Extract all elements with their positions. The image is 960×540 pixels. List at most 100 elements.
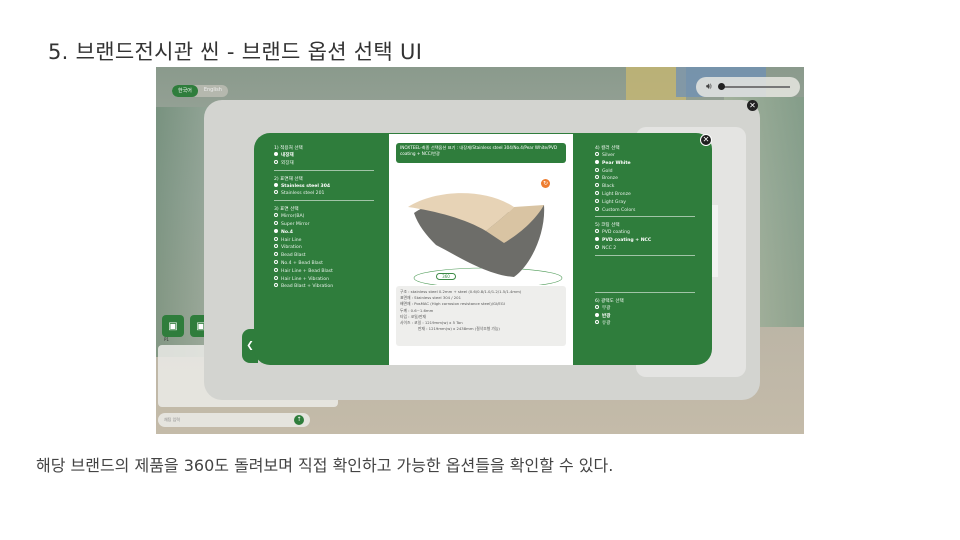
option-radio[interactable]: Vibration <box>274 244 378 252</box>
option-group-title: 1) 적용처 선택 <box>274 146 303 151</box>
volume-control[interactable]: 🔊︎ <box>696 77 800 97</box>
radio-icon[interactable] <box>274 244 278 249</box>
radio-icon[interactable] <box>274 259 278 264</box>
option-label: NCC 2 <box>602 245 617 251</box>
option-radio[interactable]: 외장재 <box>274 159 378 168</box>
radio-icon[interactable] <box>595 198 599 203</box>
radio-icon[interactable] <box>274 182 278 187</box>
option-label: Silver <box>602 153 615 158</box>
send-icon[interactable]: ↑ <box>294 415 304 425</box>
option-radio[interactable]: NCC 2 <box>595 244 699 253</box>
slide: 5. 브랜드전시관 씬 - 브랜드 옵션 선택 UI 한국어 English 🔊… <box>0 0 960 540</box>
option-radio[interactable]: Custom Colors <box>595 206 699 215</box>
divider <box>274 200 374 202</box>
option-label: PVD coating <box>602 230 630 236</box>
chat-input[interactable]: 채팅 입력 <box>158 413 310 427</box>
volume-icon[interactable]: 🔊︎ <box>706 82 712 92</box>
option-radio[interactable]: Stainless steel 201 <box>274 190 378 198</box>
option-label: Vibration <box>281 245 302 251</box>
option-radio[interactable]: Light Gray <box>595 198 699 207</box>
option-radio[interactable]: Stainless steel 304 <box>274 182 378 191</box>
option-radio[interactable]: 반광 <box>595 312 699 321</box>
radio-icon[interactable] <box>595 183 599 188</box>
radio-icon[interactable] <box>595 206 599 211</box>
option-label: Super Mirror <box>281 221 310 227</box>
option-radio[interactable]: No.4 + Bead Blast <box>274 259 378 268</box>
radio-icon[interactable] <box>274 213 278 218</box>
option-radio[interactable]: Hair Line <box>274 236 378 245</box>
selection-summary: INOXTEEL-최종 선택옵션 표기 : 내장재/Stainless stee… <box>396 143 566 163</box>
radio-icon[interactable] <box>274 236 278 241</box>
option-group-title: 6) 광택도 선택 <box>595 298 624 304</box>
radio-icon[interactable] <box>595 190 599 195</box>
option-label: Bead Blast <box>281 253 306 259</box>
options-column-right: 4) 컬러 선택 Silver Pear White Gold Bronze Black L… <box>595 145 699 333</box>
option-radio[interactable]: PVD coating + NCC <box>595 237 699 245</box>
option-label: Black <box>602 184 615 190</box>
option-radio[interactable]: Hair Line + Bead Blast <box>274 267 378 276</box>
option-label: 반광 <box>602 313 611 319</box>
language-toggle[interactable]: 한국어 English <box>172 85 228 97</box>
lang-english-button[interactable]: English <box>198 85 228 97</box>
radio-icon[interactable] <box>595 244 599 249</box>
product-3d-view[interactable] <box>396 185 566 285</box>
option-radio[interactable]: Hair Line + Vibration <box>274 275 378 284</box>
option-radio[interactable]: Black <box>595 183 699 191</box>
close-icon[interactable]: ✕ <box>700 134 712 146</box>
option-group: 3) 표면 선택 Mirror(BA) Super Mirror No.4 Hair L… <box>274 206 378 291</box>
option-radio[interactable]: 유광 <box>595 320 699 328</box>
radio-icon[interactable] <box>274 275 278 280</box>
option-radio[interactable]: Silver <box>595 152 699 160</box>
divider <box>595 216 695 218</box>
radio-icon[interactable] <box>595 167 599 172</box>
lang-korean-button[interactable]: 한국어 <box>172 85 198 97</box>
radio-icon[interactable] <box>274 159 278 164</box>
person-icon[interactable]: ▣ <box>162 315 184 337</box>
radio-icon[interactable] <box>595 237 599 242</box>
option-radio[interactable]: Bead Blast <box>274 252 378 260</box>
radio-icon[interactable] <box>274 190 278 195</box>
option-radio[interactable]: 내장재 <box>274 152 378 160</box>
radio-icon[interactable] <box>274 220 278 225</box>
radio-icon[interactable] <box>595 175 599 180</box>
close-icon[interactable]: ✕ <box>747 100 758 111</box>
option-radio[interactable]: Gold <box>595 167 699 176</box>
spec-box: 구조 : stainless steel 0.2mm + steel (0.6/… <box>396 286 566 346</box>
volume-slider-track[interactable] <box>720 86 790 88</box>
option-radio[interactable]: Bronze <box>595 175 699 183</box>
radio-icon[interactable] <box>595 229 599 234</box>
radio-icon[interactable] <box>595 304 599 309</box>
radio-icon[interactable] <box>274 152 278 156</box>
option-label: 유광 <box>602 321 611 327</box>
spec-line: 판재 : 1219mm(w) x 2438mm (절삭조형 가능) <box>418 326 500 332</box>
option-radio[interactable]: Super Mirror <box>274 220 378 229</box>
radio-icon[interactable] <box>274 283 278 288</box>
side-button-label: P1 <box>164 337 169 342</box>
radio-icon[interactable] <box>274 267 278 272</box>
option-radio[interactable]: Light Bronze <box>595 190 699 199</box>
option-label: PVD coating + NCC <box>602 238 652 244</box>
option-label: 내장재 <box>281 153 294 158</box>
app-screenshot: 한국어 English 🔊︎ ▣ ▣ P1 채팅 입력 ↑ ✕ ❮ 1) 적용처… <box>156 67 804 434</box>
radio-icon[interactable] <box>274 228 278 233</box>
radio-icon[interactable] <box>595 159 599 164</box>
volume-slider-handle[interactable] <box>718 83 725 90</box>
radio-icon[interactable] <box>595 312 599 317</box>
slide-caption: 해당 브랜드의 제품을 360도 돌려보며 직접 확인하고 가능한 옵션들을 확… <box>36 456 614 475</box>
option-group-title: 3) 표면 선택 <box>274 207 299 213</box>
slide-title: 5. 브랜드전시관 씬 - 브랜드 옵션 선택 UI <box>48 40 423 64</box>
radio-icon[interactable] <box>274 252 278 257</box>
option-radio[interactable]: No.4 <box>274 228 378 237</box>
rotate-icon[interactable]: 360 <box>436 273 456 280</box>
option-group: 1) 적용처 선택내장재 외장재 <box>274 145 378 171</box>
divider <box>595 254 695 256</box>
option-label: Hair Line <box>281 237 302 243</box>
option-radio[interactable]: Bead Blast + Vibration <box>274 283 378 291</box>
radio-icon[interactable] <box>595 152 599 156</box>
option-radio[interactable]: PVD coating <box>595 229 699 237</box>
option-radio[interactable]: Mirror(BA) <box>274 213 378 221</box>
option-label: Bronze <box>602 176 618 182</box>
radio-icon[interactable] <box>595 320 599 325</box>
option-radio[interactable]: 무광 <box>595 304 699 313</box>
option-radio[interactable]: Pear White <box>595 159 699 168</box>
